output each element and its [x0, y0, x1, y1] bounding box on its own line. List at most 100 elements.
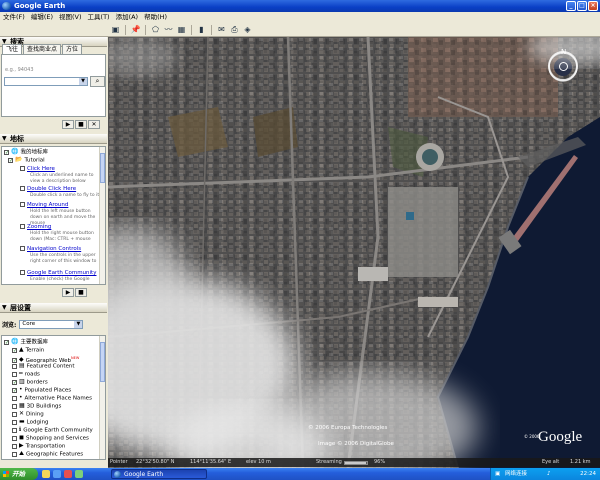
scroll-thumb[interactable] [100, 153, 105, 183]
menu-view[interactable]: 视图(V) [56, 12, 85, 23]
play-button[interactable]: ▶ [62, 288, 74, 297]
menu-tools[interactable]: 工具(T) [85, 12, 113, 23]
minimize-button[interactable]: _ [566, 1, 576, 11]
tab-fly-to[interactable]: 飞往 [2, 44, 23, 54]
email-icon[interactable]: ✉ [216, 25, 227, 35]
google-maps-icon[interactable]: ◈ [242, 25, 253, 35]
checkbox[interactable] [8, 157, 13, 163]
places-scrollbar[interactable] [99, 147, 105, 284]
layer-item[interactable]: ⛰ Geographic Features [12, 450, 83, 458]
layer-item[interactable]: ▶ Transportation [12, 442, 65, 450]
browser-icon[interactable] [53, 470, 61, 478]
collapse-triangle-icon[interactable]: ▼ [2, 303, 7, 313]
view-select[interactable]: Core ▼ [19, 320, 84, 329]
checkbox[interactable] [20, 224, 25, 229]
layer-item[interactable]: ▲Terrain [12, 346, 44, 354]
checkbox[interactable] [12, 395, 17, 401]
places-panel-header[interactable]: ▼ 地标 [0, 134, 107, 144]
checkbox[interactable] [12, 411, 17, 417]
placemark-icon[interactable]: 📌 [130, 25, 141, 35]
checkbox[interactable] [12, 443, 17, 449]
folder-icon[interactable] [42, 470, 50, 478]
layer-item[interactable]: •Populated Places [12, 386, 71, 394]
network-icon[interactable]: ▣ [495, 468, 500, 480]
checkbox[interactable] [4, 339, 9, 345]
tab-directions[interactable]: 方位 [62, 44, 83, 54]
layer-item[interactable]: ▬ Lodging [12, 418, 49, 426]
checkbox[interactable] [12, 435, 17, 441]
layer-item[interactable]: 🌐主要数据库 [4, 338, 48, 346]
ruler-icon[interactable]: ▮ [196, 25, 207, 35]
layer-item[interactable]: ═ roads [12, 370, 40, 378]
tree-item-moving-around[interactable]: Moving Around [20, 201, 68, 209]
layer-item[interactable]: • Alternative Place Names [12, 394, 92, 402]
image-overlay-icon[interactable]: ▦ [176, 25, 187, 35]
joystick-icon[interactable] [559, 62, 568, 71]
tree-item-my-places[interactable]: 🌐我的地标库 [4, 148, 48, 156]
checkbox[interactable] [20, 270, 25, 275]
layer-item[interactable]: ▤ Featured Content [12, 362, 75, 370]
tree-item-navigation-controls[interactable]: Navigation Controls [20, 245, 81, 253]
checkbox[interactable] [20, 186, 25, 191]
layer-item[interactable]: ▥borders [12, 378, 48, 386]
title-bar[interactable]: Google Earth _ □ × [0, 0, 600, 12]
menu-help[interactable]: 帮助(H) [141, 12, 170, 23]
sidebar-toggle-icon[interactable]: ▣ [110, 25, 121, 35]
maximize-button[interactable]: □ [577, 1, 587, 11]
taskbar-item-google-earth[interactable]: Google Earth [111, 469, 207, 479]
layers-panel-header[interactable]: ▼ 层设置 [0, 303, 107, 313]
checkbox[interactable] [12, 379, 17, 385]
dropdown-arrow-icon[interactable]: ▼ [74, 321, 83, 328]
checkbox[interactable] [4, 149, 9, 155]
checkbox[interactable] [20, 246, 25, 251]
layer-item[interactable]: ◼ Shopping and Services [12, 434, 89, 442]
checkbox[interactable] [12, 427, 17, 433]
checkbox[interactable] [12, 419, 17, 425]
checkbox[interactable] [12, 387, 17, 393]
tree-item-zooming[interactable]: Zooming [20, 223, 51, 231]
transport-icon: ▶ [19, 442, 24, 449]
media-icon[interactable] [64, 470, 72, 478]
layer-item[interactable]: ◆Geographic WebNEW [12, 354, 79, 364]
menu-add[interactable]: 添加(A) [113, 12, 142, 23]
dropdown-arrow-icon[interactable]: ▼ [79, 78, 87, 85]
layer-item[interactable]: ℹ Google Earth Community [12, 426, 93, 434]
checkbox[interactable] [12, 403, 17, 409]
scroll-thumb[interactable] [100, 342, 105, 382]
search-input[interactable]: ▼ [4, 77, 88, 86]
print-icon[interactable]: ⎙ [229, 25, 240, 35]
start-button[interactable]: 开始 [0, 468, 38, 480]
layer-item[interactable]: ▦ 3D Buildings [12, 402, 61, 410]
checkbox[interactable] [20, 202, 25, 207]
checkbox[interactable] [20, 166, 25, 171]
clock[interactable]: 22:24 [580, 468, 596, 480]
polygon-icon[interactable]: ⬠ [150, 25, 161, 35]
tree-item-click-here[interactable]: Click Here [20, 165, 55, 173]
volume-icon[interactable]: ♪ [547, 468, 551, 480]
play-button[interactable]: ▶ [62, 120, 74, 129]
checkbox[interactable] [12, 371, 17, 377]
google-earth-icon [114, 471, 121, 478]
checkbox[interactable] [12, 363, 17, 369]
desktop-icon[interactable] [75, 470, 83, 478]
navigation-control[interactable]: N [548, 48, 578, 81]
search-button[interactable]: ⌕ [90, 76, 105, 87]
compass-north-icon[interactable]: N [561, 48, 566, 56]
menu-edit[interactable]: 编辑(E) [28, 12, 56, 23]
checkbox[interactable] [12, 451, 17, 457]
tree-item-double-click[interactable]: Double Click Here [20, 185, 76, 193]
tree-item-tutorial[interactable]: 📂Tutorial [8, 156, 45, 164]
stop-button[interactable]: ■ [75, 288, 87, 297]
checkbox[interactable] [12, 347, 17, 353]
close-button[interactable]: × [588, 1, 598, 11]
stop-button[interactable]: ■ [75, 120, 87, 129]
collapse-triangle-icon[interactable]: ▼ [2, 134, 7, 144]
earth-map-view[interactable]: N © 2006 Europa Technologies Image © 200… [108, 37, 600, 468]
path-icon[interactable]: 〰 [163, 25, 174, 35]
tree-item-ge-community[interactable]: Google Earth Community [20, 269, 96, 277]
layer-item[interactable]: ✕ Dining [12, 410, 44, 418]
tab-find-business[interactable]: 查找商业点 [23, 44, 62, 54]
layers-scrollbar[interactable] [99, 336, 105, 459]
clear-button[interactable]: ✕ [88, 120, 100, 129]
menu-file[interactable]: 文件(F) [0, 12, 28, 23]
